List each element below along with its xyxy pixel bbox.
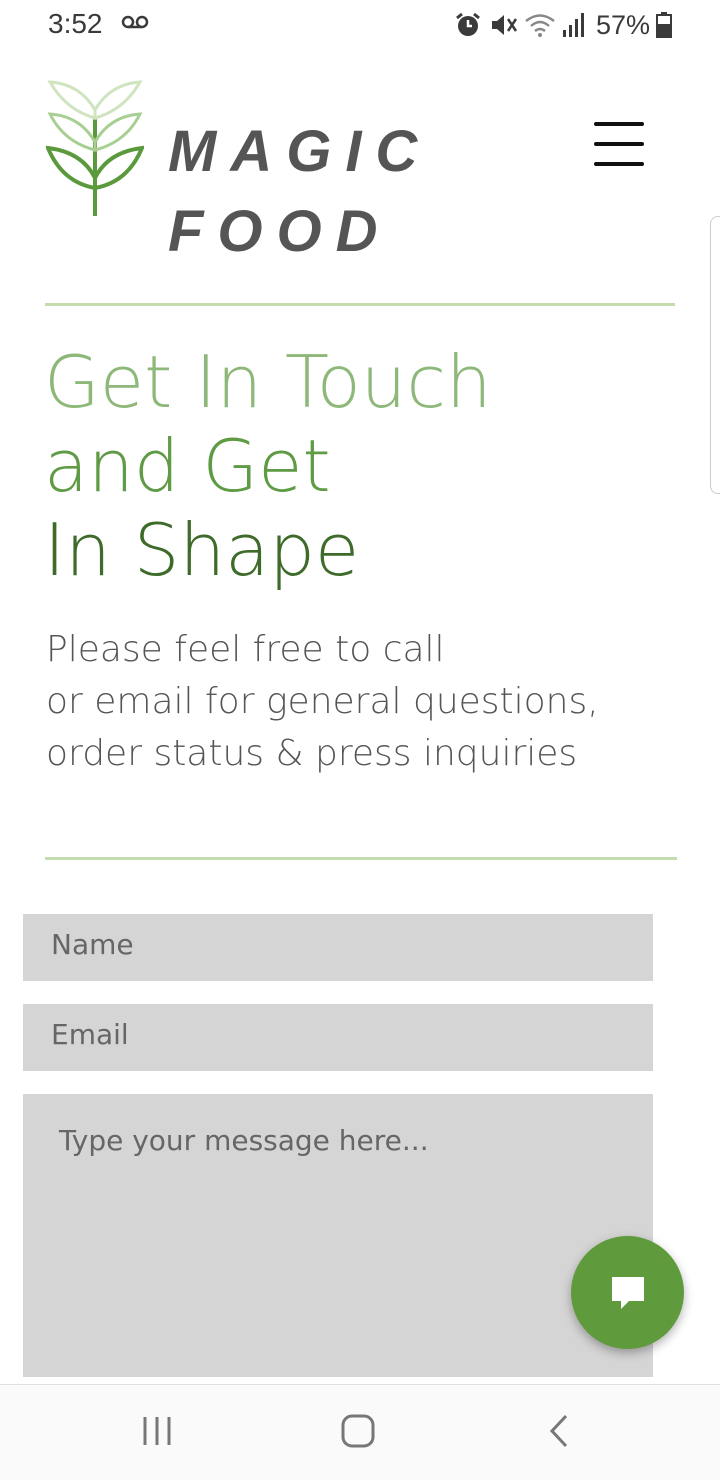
logo-text[interactable]: MAGIC FOOD (168, 112, 431, 272)
intro-line-2: or email for general questions, (46, 681, 599, 722)
battery-icon (656, 12, 672, 38)
intro-line-1: Please feel free to call (46, 629, 445, 670)
menu-bar (594, 162, 644, 166)
heading-line-3: In Shape (44, 508, 360, 592)
home-icon[interactable] (340, 1413, 376, 1449)
intro-line-3: order status & press inquiries (46, 733, 578, 774)
name-field[interactable]: Name (23, 914, 653, 981)
divider-top (45, 303, 675, 306)
message-placeholder: Type your message here... (59, 1124, 429, 1157)
name-placeholder: Name (51, 928, 134, 961)
leaf-logo-icon (46, 80, 144, 216)
email-field[interactable]: Email (23, 1004, 653, 1071)
divider-bottom (45, 857, 677, 860)
voicemail-icon (121, 15, 149, 29)
chat-button[interactable] (571, 1236, 684, 1349)
heading-line-1: Get In Touch (44, 340, 492, 424)
hamburger-menu-icon[interactable] (592, 120, 646, 170)
recent-apps-icon[interactable] (140, 1413, 174, 1449)
message-field[interactable]: Type your message here... (23, 1094, 653, 1377)
chat-bubble-icon (612, 1277, 644, 1309)
vibrate-icon (491, 15, 517, 35)
wifi-icon (525, 14, 555, 37)
status-icons: 57% (454, 8, 672, 42)
battery-percent: 57% (595, 9, 650, 40)
signal-icon (562, 13, 584, 37)
scroll-indicator[interactable] (710, 216, 720, 494)
page-heading: Get In Touch and Get In Shape (44, 340, 492, 592)
intro-text: Please feel free to call or email for ge… (46, 624, 599, 780)
heading-line-2: and Get (44, 424, 331, 508)
menu-bar (594, 142, 644, 146)
logo-line-2: FOOD (168, 199, 392, 264)
back-icon[interactable] (546, 1413, 574, 1449)
status-time: 3:52 (48, 8, 103, 39)
status-bar: 3:52 57% (0, 0, 720, 52)
alarm-icon (456, 12, 480, 36)
menu-bar (594, 122, 644, 126)
email-placeholder: Email (51, 1018, 129, 1051)
logo-line-1: MAGIC (168, 119, 432, 184)
system-nav-bar (0, 1384, 720, 1480)
